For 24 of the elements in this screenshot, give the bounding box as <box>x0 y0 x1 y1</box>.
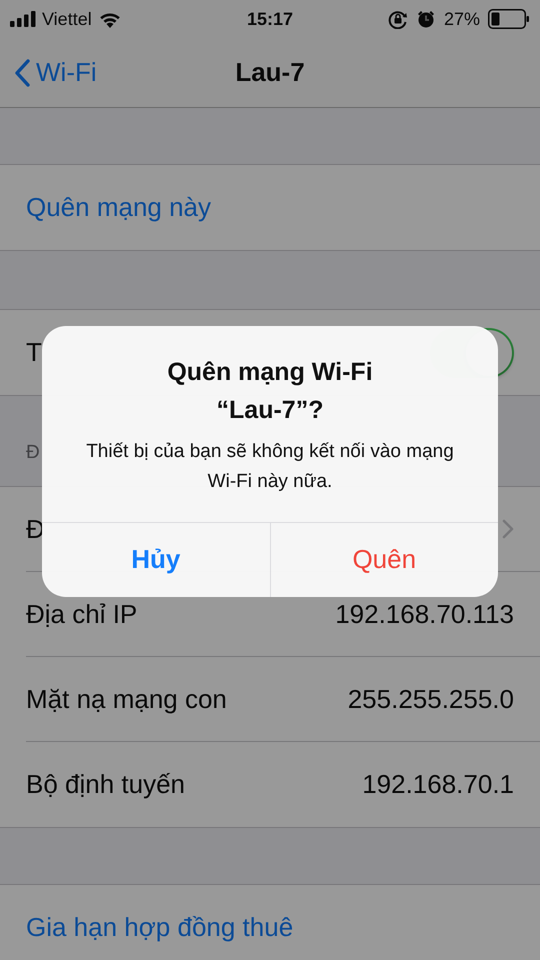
alert-title: Quên mạng Wi-Fi “Lau-7”? <box>166 357 374 426</box>
carrier-name: Viettel <box>42 8 92 30</box>
alert-button[interactable]: Quên <box>270 522 498 597</box>
alarm-icon <box>416 9 436 29</box>
orientation-lock-icon <box>388 9 408 29</box>
battery-percentage: 27% <box>444 8 480 30</box>
row-value: 192.168.70.113 <box>335 598 514 630</box>
back-button[interactable]: Wi-Fi <box>0 57 97 88</box>
chevron-icon <box>502 519 514 539</box>
signal-icon <box>10 11 36 27</box>
section-header: Đ <box>26 442 40 464</box>
action-link[interactable]: Quên mạng này <box>26 192 212 223</box>
screen-title: Lau-7 <box>235 57 305 88</box>
back-chevron-icon <box>14 58 30 86</box>
row-label: T <box>26 337 42 368</box>
row-label: Địa chỉ IP <box>26 598 138 630</box>
battery-icon <box>488 9 530 29</box>
row-value: 255.255.255.0 <box>348 684 514 714</box>
alert-button[interactable]: Hủy <box>42 522 270 597</box>
row-label: Mặt nạ mạng con <box>26 684 227 714</box>
row-value: 192.168.70.1 <box>362 769 514 800</box>
alert-message: Thiết bị của bạn sẽ không kết nối vào mạng Wi-Fi này nữa. <box>85 440 455 494</box>
clock-time: 15:17 <box>246 8 294 30</box>
row-label: Bộ định tuyến <box>26 769 186 800</box>
